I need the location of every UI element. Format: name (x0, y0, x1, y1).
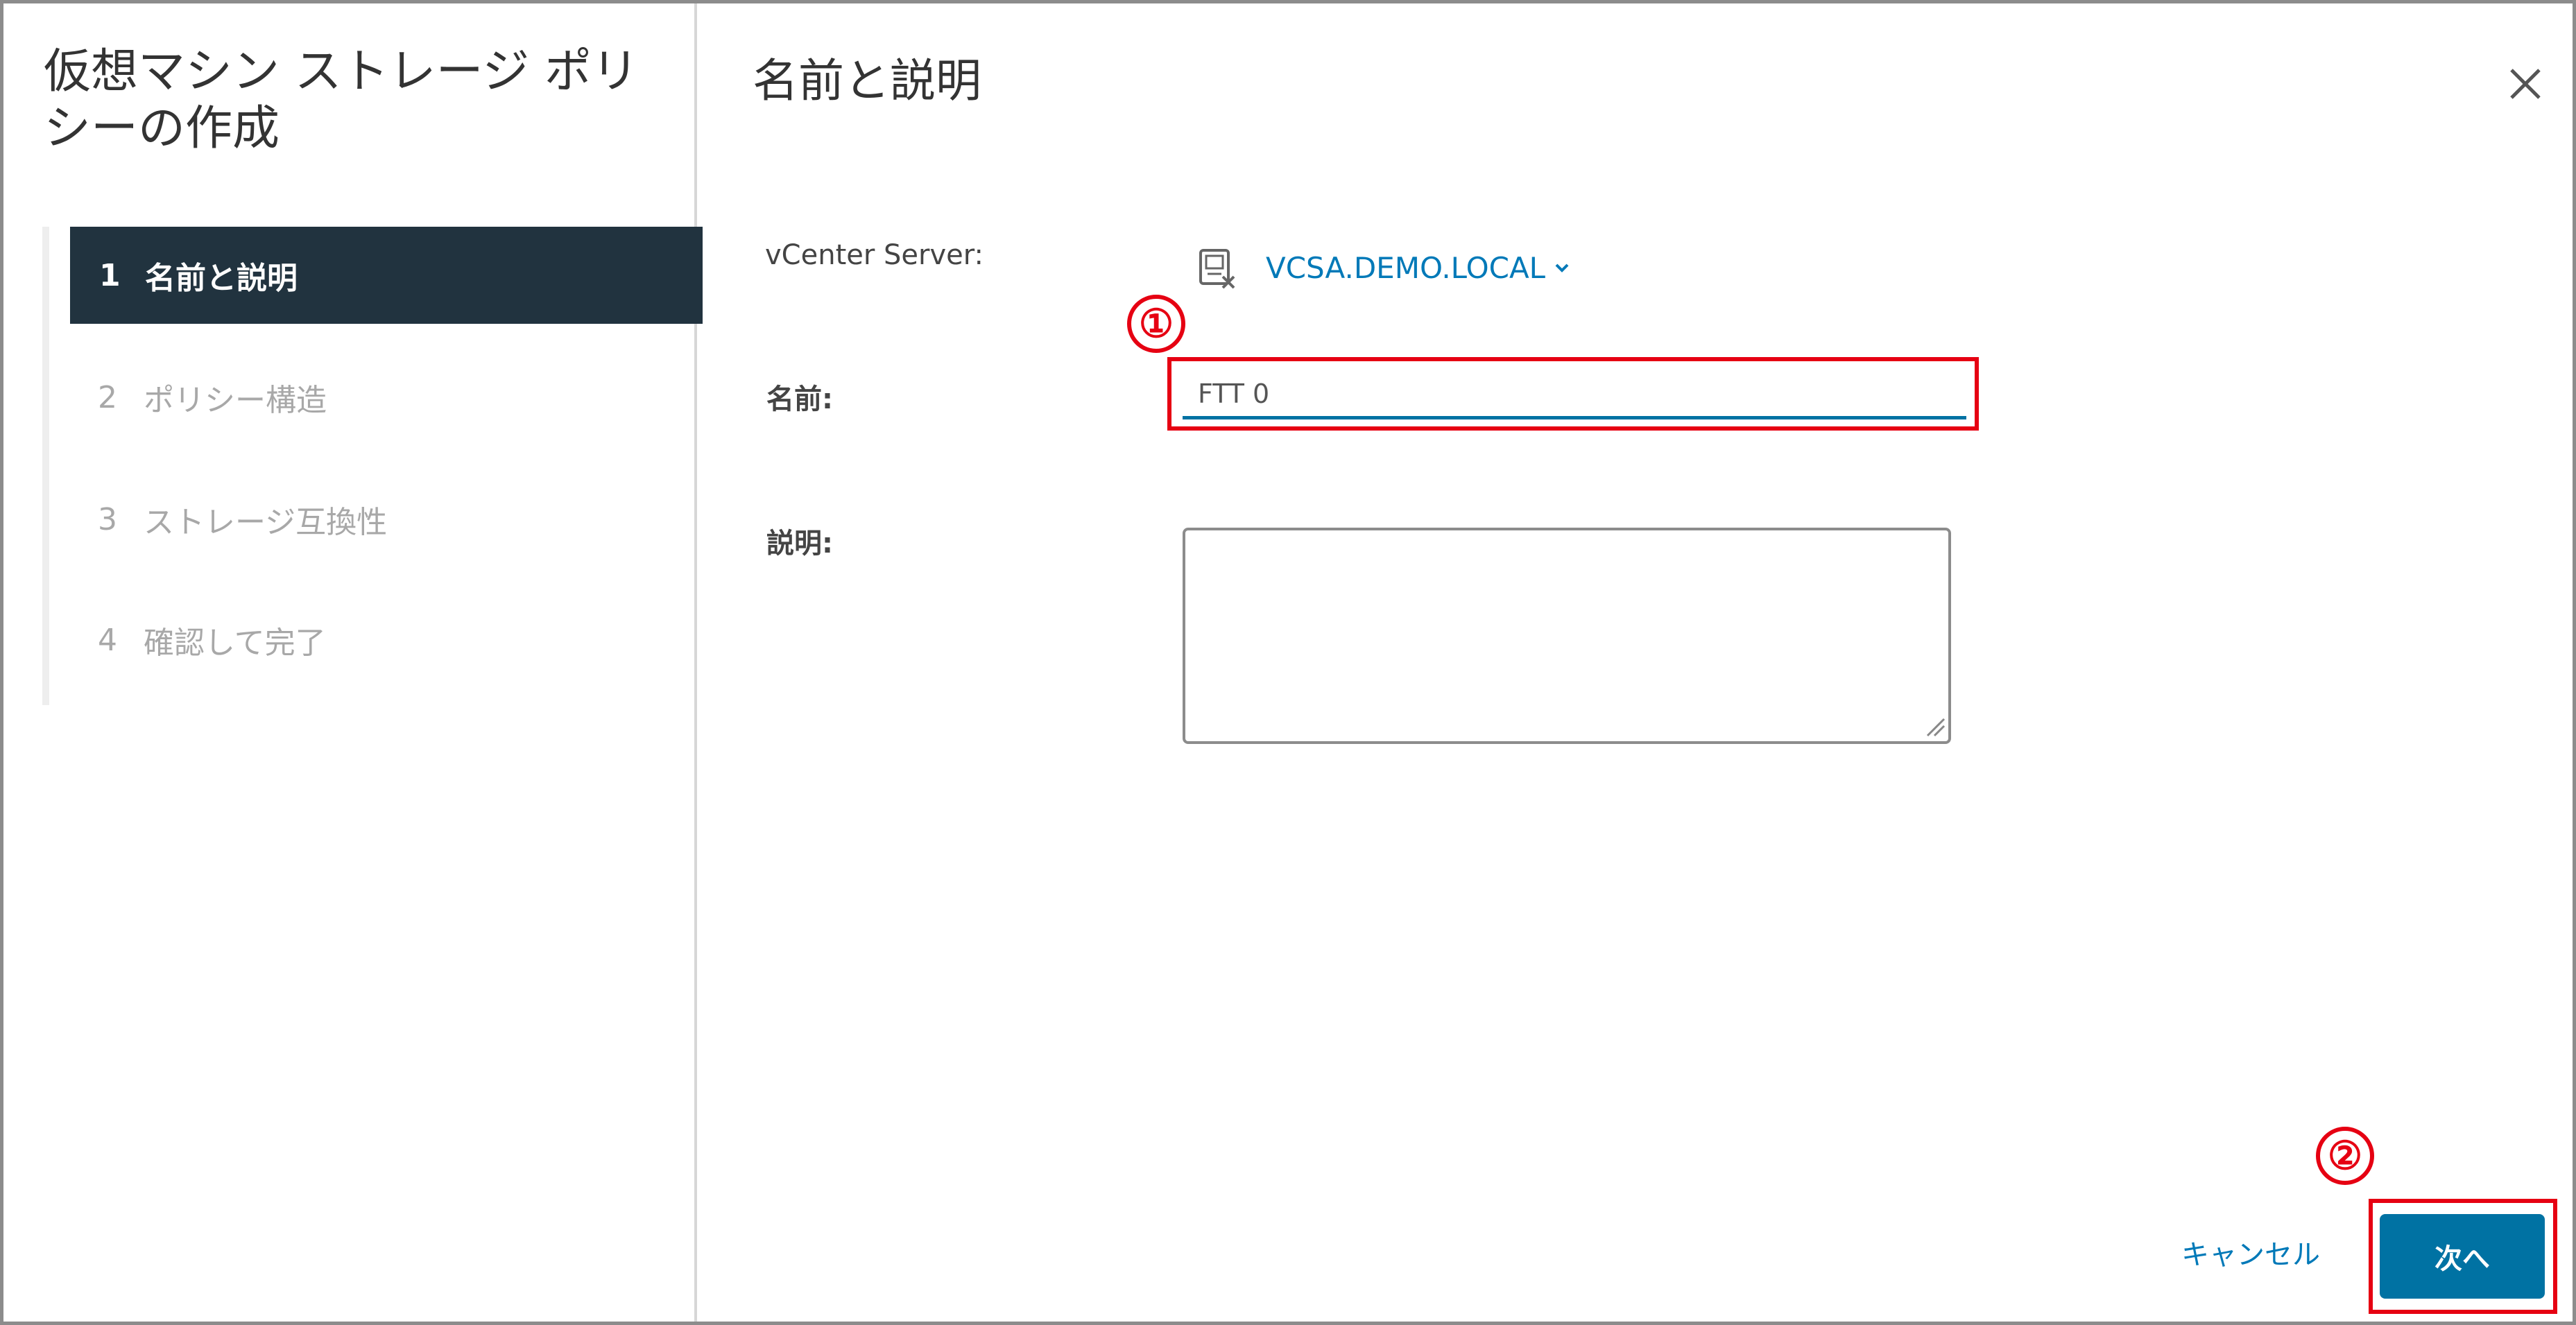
wizard-step-name-and-description[interactable]: 1 名前と説明 (70, 227, 703, 324)
cancel-button[interactable]: キャンセル (2181, 1232, 2320, 1272)
step-number: 3 (98, 501, 117, 537)
create-vm-storage-policy-dialog: 仮想マシン ストレージ ポリシーの作成 1 名前と説明 2 ポリシー構造 3 ス… (0, 0, 2576, 1325)
annotation-marker-2: ② (2316, 1127, 2374, 1185)
vcenter-server-name: VCSA.DEMO.LOCAL (1266, 250, 1546, 285)
vcenter-server-label: vCenter Server: (765, 239, 984, 271)
vcenter-server-icon (1199, 249, 1235, 289)
step-label: ポリシー構造 (144, 383, 327, 418)
description-label: 説明: (766, 528, 833, 560)
wizard-sidebar: 仮想マシン ストレージ ポリシーの作成 1 名前と説明 2 ポリシー構造 3 ス… (3, 3, 703, 1322)
step-label: ストレージ互換性 (144, 505, 388, 540)
description-textarea[interactable] (1183, 528, 1951, 744)
step-label: 確認して完了 (144, 625, 326, 661)
wizard-step-review-and-finish[interactable]: 4 確認して完了 (71, 591, 703, 689)
annotation-marker-1: ① (1127, 295, 1185, 353)
step-label: 名前と説明 (145, 261, 298, 296)
vcenter-server-dropdown[interactable]: VCSA.DEMO.LOCAL (1195, 246, 1572, 289)
close-button[interactable] (2500, 59, 2550, 109)
chevron-down-icon (1555, 263, 1569, 272)
step-number: 2 (98, 379, 117, 415)
wizard-step-storage-compatibility[interactable]: 3 ストレージ互換性 (71, 471, 703, 568)
name-label: 名前: (766, 383, 833, 415)
step-number: 4 (98, 622, 117, 658)
wizard-title: 仮想マシン ストレージ ポリシーの作成 (44, 44, 639, 156)
resize-grip-icon[interactable] (1923, 715, 1946, 737)
next-button[interactable]: 次へ (2380, 1214, 2545, 1299)
step-number: 1 (99, 257, 121, 293)
wizard-step-policy-structure[interactable]: 2 ポリシー構造 (71, 349, 703, 446)
name-input[interactable] (1183, 371, 1966, 419)
page-title: 名前と説明 (753, 54, 981, 107)
close-icon (2510, 69, 2541, 99)
wizard-steps: 1 名前と説明 2 ポリシー構造 3 ストレージ互換性 4 確認して完了 (42, 227, 703, 705)
